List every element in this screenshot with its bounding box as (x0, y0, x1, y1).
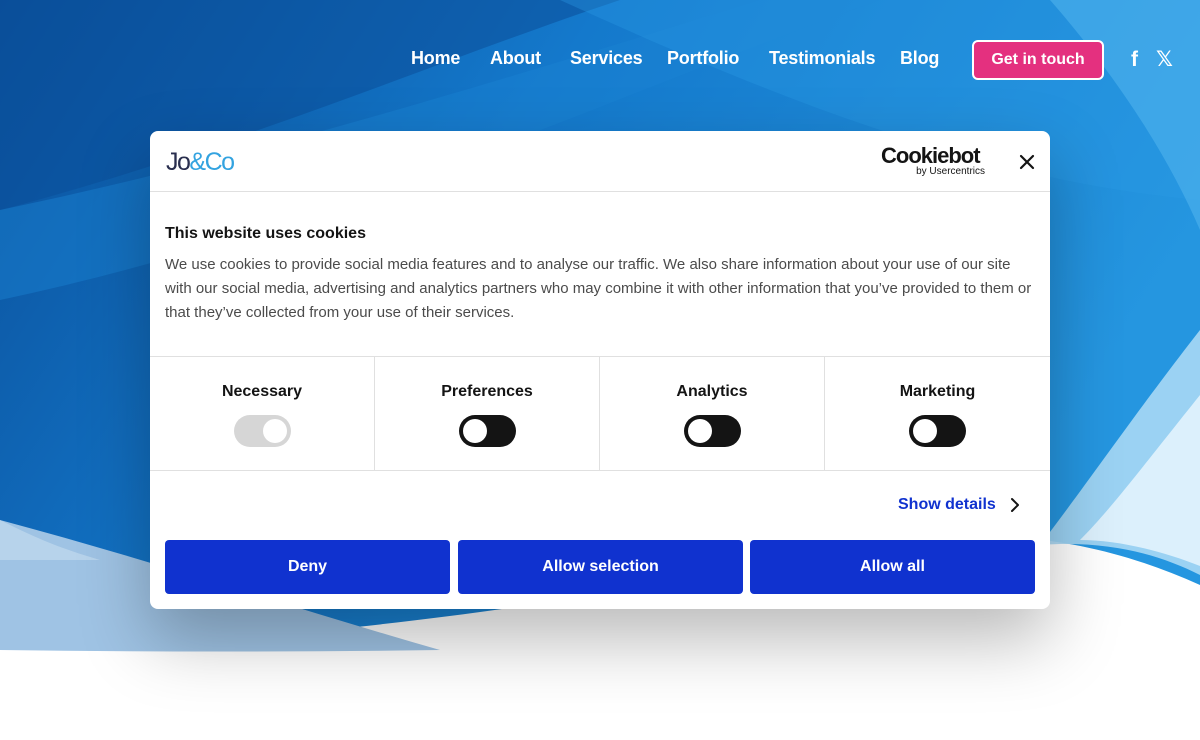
category-preferences: Preferences (375, 357, 600, 471)
show-details-link[interactable]: Show details (898, 495, 1020, 515)
nav-link-blog[interactable]: Blog (900, 48, 939, 69)
category-label: Marketing (899, 383, 976, 400)
toggle-knob (263, 419, 287, 443)
consent-categories: Necessary Preferences Analytics Marketin… (150, 356, 1050, 471)
marketing-toggle[interactable] (909, 415, 966, 447)
x-twitter-icon[interactable]: 𝕏 (1156, 46, 1173, 74)
toggle-knob (463, 419, 487, 443)
allow-all-button[interactable]: Allow all (750, 540, 1035, 594)
cookiebot-logo[interactable]: Cookiebot by Usercentrics (881, 144, 985, 178)
dialog-title: This website uses cookies (165, 225, 366, 242)
nav-link-about[interactable]: About (490, 48, 541, 69)
allow-selection-button[interactable]: Allow selection (458, 540, 743, 594)
analytics-toggle[interactable] (684, 415, 741, 447)
category-label: Necessary (221, 383, 303, 400)
toggle-knob (913, 419, 937, 443)
category-label: Analytics (676, 383, 748, 400)
brand-logo-part1: Jo (166, 148, 191, 176)
cookie-consent-dialog: Jo&Co Cookiebot by Usercentrics This web… (150, 131, 1050, 609)
nav-link-testimonials[interactable]: Testimonials (769, 48, 875, 69)
category-label: Preferences (441, 383, 533, 400)
brand-logo: Jo&Co (166, 148, 235, 176)
facebook-icon[interactable]: f (1131, 46, 1138, 74)
category-marketing: Marketing (825, 357, 1050, 471)
nav-link-home[interactable]: Home (411, 48, 460, 69)
cookiebot-logo-name: Cookiebot (881, 143, 981, 168)
dialog-description: We use cookies to provide social media f… (165, 256, 1032, 321)
main-nav: Home About Services Portfolio Testimonia… (0, 40, 1200, 80)
toggle-knob (688, 419, 712, 443)
category-analytics: Analytics (600, 357, 825, 471)
nav-link-services[interactable]: Services (570, 48, 643, 69)
get-in-touch-button[interactable]: Get in touch (972, 40, 1104, 80)
show-details-label: Show details (898, 496, 996, 513)
dialog-header: Jo&Co Cookiebot by Usercentrics (150, 131, 1050, 192)
category-necessary: Necessary (150, 357, 375, 471)
preferences-toggle[interactable] (459, 415, 516, 447)
chevron-right-icon (1010, 498, 1019, 512)
cookiebot-logo-sub: by Usercentrics (916, 166, 985, 177)
nav-link-portfolio[interactable]: Portfolio (667, 48, 739, 69)
close-icon[interactable] (1016, 151, 1038, 173)
necessary-toggle (234, 415, 291, 447)
brand-logo-part2: &Co (189, 148, 235, 176)
deny-button[interactable]: Deny (165, 540, 450, 594)
